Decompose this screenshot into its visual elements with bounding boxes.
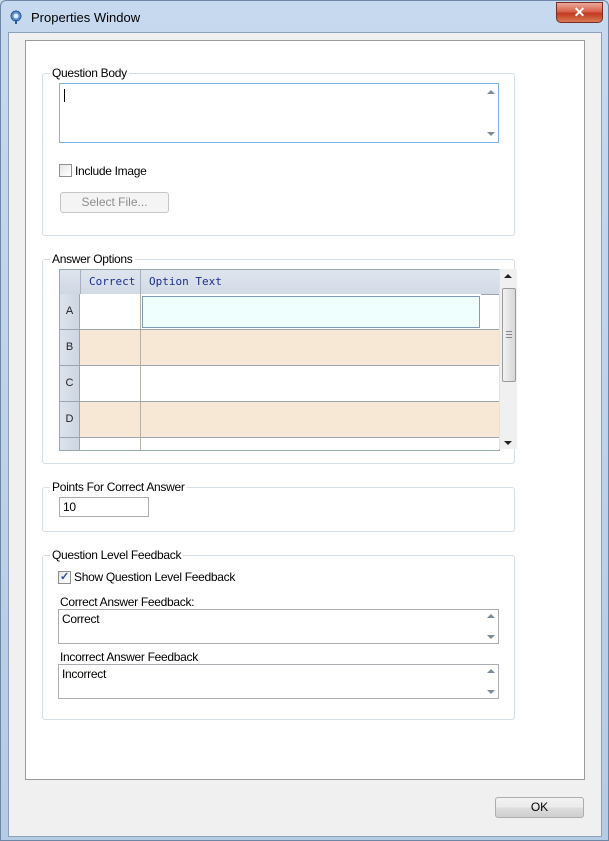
column-header-correct[interactable]: Correct — [81, 270, 141, 294]
correct-feedback-value: Correct — [62, 612, 100, 626]
grid-corner — [60, 270, 81, 294]
points-value: 10 — [63, 500, 76, 514]
row-header[interactable]: C — [60, 366, 80, 401]
checkmark-icon: ✓ — [60, 571, 70, 583]
select-file-button[interactable]: Select File... — [60, 192, 169, 213]
title-bar[interactable]: Properties Window ✕ — [1, 1, 608, 33]
ok-label: OK — [530, 800, 549, 814]
table-row[interactable]: D — [60, 402, 499, 438]
ok-button[interactable]: OK — [495, 797, 584, 818]
option-text-cell[interactable] — [141, 330, 481, 365]
properties-panel: Question Body Include Image Select File.… — [25, 40, 585, 780]
table-row[interactable]: A — [60, 294, 499, 330]
correct-cell[interactable] — [80, 366, 141, 401]
option-text-cell[interactable] — [141, 402, 481, 437]
include-image-label: Include Image — [75, 164, 147, 178]
correct-cell[interactable] — [80, 402, 141, 437]
scroll-up-icon[interactable] — [487, 90, 495, 94]
row-header[interactable]: A — [60, 294, 80, 329]
incorrect-feedback-value: Incorrect — [62, 667, 106, 681]
answer-options-label: Answer Options — [50, 252, 135, 266]
scroll-up-icon[interactable] — [487, 614, 495, 618]
points-group: Points For Correct Answer 10 — [42, 480, 515, 532]
scroll-down-icon[interactable] — [487, 132, 495, 136]
close-button[interactable]: ✕ — [556, 2, 603, 23]
include-image-checkbox[interactable] — [59, 164, 72, 177]
properties-window: Properties Window ✕ Question Body Includ… — [0, 0, 609, 841]
window-title: Properties Window — [31, 10, 141, 25]
row-header[interactable]: D — [60, 402, 80, 437]
column-header-option-text[interactable]: Option Text — [141, 270, 481, 294]
row-header[interactable] — [60, 438, 80, 450]
selected-cell-editor[interactable] — [142, 296, 480, 328]
scroll-down-icon[interactable] — [504, 441, 512, 445]
table-row-partial[interactable] — [60, 438, 499, 450]
scroll-down-icon[interactable] — [487, 690, 495, 694]
correct-feedback-scrollbar[interactable] — [482, 610, 498, 643]
correct-feedback-label: Correct Answer Feedback: — [60, 595, 195, 609]
scroll-thumb[interactable] — [502, 288, 516, 382]
scroll-down-icon[interactable] — [487, 635, 495, 639]
select-file-label: Select File... — [81, 195, 148, 209]
scroll-up-icon[interactable] — [504, 274, 512, 278]
question-body-scrollbar[interactable] — [482, 84, 498, 142]
text-caret — [64, 89, 65, 102]
correct-cell[interactable] — [80, 438, 141, 450]
show-feedback-label: Show Question Level Feedback — [74, 570, 236, 584]
client-area: Question Body Include Image Select File.… — [8, 32, 602, 837]
incorrect-feedback-input[interactable]: Incorrect — [58, 664, 499, 699]
grip-icon — [506, 337, 512, 338]
feedback-group-label: Question Level Feedback — [50, 548, 184, 562]
correct-cell[interactable] — [80, 330, 141, 365]
question-body-label: Question Body — [50, 66, 129, 80]
question-body-input[interactable] — [59, 83, 499, 143]
incorrect-feedback-label: Incorrect Answer Feedback — [60, 650, 198, 664]
option-text-cell[interactable] — [141, 366, 481, 401]
correct-feedback-input[interactable]: Correct — [58, 609, 499, 644]
correct-cell[interactable] — [80, 294, 141, 329]
table-row[interactable]: C — [60, 366, 499, 402]
answer-options-grid[interactable]: Correct Option Text A B C D — [59, 269, 500, 451]
show-feedback-checkbox[interactable]: ✓ — [58, 571, 71, 584]
table-row[interactable]: B — [60, 330, 499, 366]
scroll-up-icon[interactable] — [487, 669, 495, 673]
grip-icon — [506, 331, 512, 332]
answer-options-group: Answer Options Correct Option Text A B C… — [42, 252, 517, 464]
close-icon: ✕ — [573, 4, 586, 20]
question-body-group: Question Body Include Image Select File.… — [42, 66, 515, 236]
points-input[interactable]: 10 — [59, 497, 149, 517]
row-header[interactable]: B — [60, 330, 80, 365]
grid-vertical-scrollbar[interactable] — [499, 269, 517, 449]
feedback-group: Question Level Feedback ✓ Show Question … — [42, 548, 515, 720]
incorrect-feedback-scrollbar[interactable] — [482, 665, 498, 698]
grid-header: Correct Option Text — [60, 270, 499, 295]
properties-app-icon — [10, 10, 22, 24]
points-label: Points For Correct Answer — [50, 480, 187, 494]
grip-icon — [506, 334, 512, 335]
